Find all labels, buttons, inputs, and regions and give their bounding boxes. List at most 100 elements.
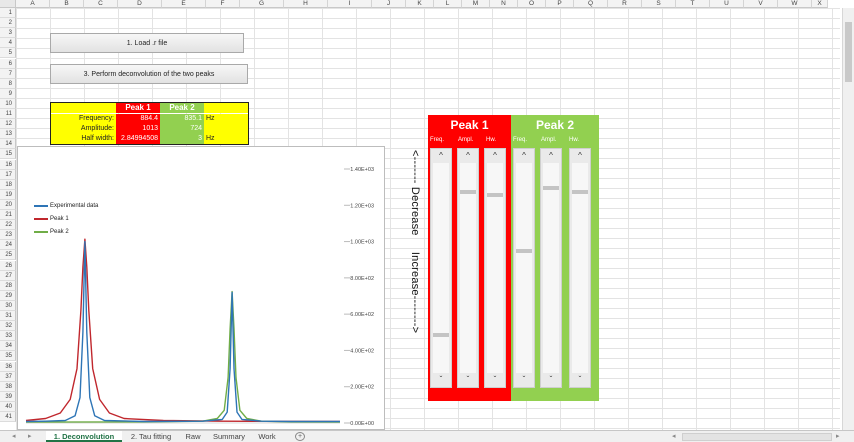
row-header[interactable]: 1 <box>0 8 16 18</box>
peak2-amplitude-slider[interactable]: ^ ˇ <box>540 148 562 388</box>
row-header[interactable]: 26 <box>0 260 16 271</box>
row-header[interactable]: 35 <box>0 351 16 362</box>
row-header[interactable]: 24 <box>0 240 16 251</box>
column-header[interactable]: V <box>744 0 778 8</box>
prev-sheet-icon[interactable]: ◂ <box>12 432 16 440</box>
column-header[interactable]: W <box>778 0 812 8</box>
peak1-halfwidth[interactable]: 2.84994508 <box>116 134 160 144</box>
column-header[interactable]: U <box>710 0 744 8</box>
column-header[interactable]: F <box>206 0 240 8</box>
chevron-up-icon[interactable]: ^ <box>541 149 561 163</box>
tab-work[interactable]: Work <box>252 431 282 442</box>
chevron-down-icon[interactable]: ˇ <box>570 373 590 387</box>
tab-raw[interactable]: Raw <box>180 431 206 442</box>
row-header[interactable]: 41 <box>0 412 16 422</box>
row-header[interactable]: 19 <box>0 189 16 200</box>
row-header[interactable]: 39 <box>0 391 16 402</box>
peak2-amplitude[interactable]: 724 <box>160 124 204 134</box>
chevron-up-icon[interactable]: ^ <box>485 149 505 163</box>
slider-track[interactable] <box>516 163 532 373</box>
chevron-up-icon[interactable]: ^ <box>431 149 451 163</box>
slider-track[interactable] <box>460 163 476 373</box>
row-header[interactable]: 36 <box>0 361 16 372</box>
peak2-frequency[interactable]: 835.1 <box>160 114 204 124</box>
slider-track[interactable] <box>543 163 559 373</box>
chevron-down-icon[interactable]: ˇ <box>541 373 561 387</box>
row-header[interactable]: 7 <box>0 68 16 79</box>
chevron-up-icon[interactable]: ^ <box>458 149 478 163</box>
column-header[interactable]: D <box>118 0 162 8</box>
peak2-frequency-slider[interactable]: ^ ˇ <box>513 148 535 388</box>
row-header[interactable]: 32 <box>0 321 16 332</box>
row-header[interactable]: 23 <box>0 230 16 241</box>
peak1-amplitude-slider[interactable]: ^ ˇ <box>457 148 479 388</box>
row-header[interactable]: 13 <box>0 129 16 140</box>
row-header[interactable]: 16 <box>0 159 16 170</box>
row-header[interactable]: 10 <box>0 98 16 109</box>
next-sheet-icon[interactable]: ▸ <box>28 432 32 440</box>
peak2-halfwidth[interactable]: 3 <box>160 134 204 144</box>
column-header[interactable]: P <box>546 0 574 8</box>
row-header[interactable]: 14 <box>0 139 16 150</box>
row-header[interactable]: 27 <box>0 270 16 281</box>
slider-thumb[interactable] <box>460 190 476 195</box>
column-header[interactable]: Q <box>574 0 608 8</box>
row-header[interactable]: 21 <box>0 210 16 220</box>
row-header[interactable]: 29 <box>0 290 16 301</box>
scroll-right-icon[interactable]: ▸ <box>836 432 840 440</box>
row-header[interactable]: 31 <box>0 311 16 321</box>
row-header[interactable]: 3 <box>0 28 16 39</box>
tab-tau-fitting[interactable]: 2. Tau fitting <box>124 431 178 442</box>
column-header[interactable]: L <box>434 0 462 8</box>
spectrum-chart[interactable]: 0.00E+00 2.00E+02 4.00E+02 6.00E+02 8.00E+02… <box>17 146 385 430</box>
slider-track[interactable] <box>433 163 449 373</box>
column-header[interactable]: A <box>16 0 50 8</box>
row-header[interactable]: 2 <box>0 18 16 29</box>
column-header[interactable]: B <box>50 0 84 8</box>
column-header[interactable]: M <box>462 0 490 8</box>
slider-thumb[interactable] <box>433 333 449 338</box>
row-header[interactable]: 38 <box>0 381 16 392</box>
column-header[interactable]: H <box>284 0 328 8</box>
add-sheet-button[interactable]: + <box>295 432 305 441</box>
chevron-down-icon[interactable]: ˇ <box>431 373 451 387</box>
row-header[interactable]: 20 <box>0 199 16 210</box>
slider-thumb[interactable] <box>487 192 503 197</box>
slider-thumb[interactable] <box>516 249 532 254</box>
peak2-halfwidth-slider[interactable]: ^ ˇ <box>569 148 591 388</box>
row-header[interactable]: 5 <box>0 48 16 59</box>
column-header[interactable]: C <box>84 0 118 8</box>
column-header[interactable]: T <box>676 0 710 8</box>
row-header[interactable]: 30 <box>0 300 16 311</box>
peak1-amplitude[interactable]: 1013 <box>116 124 160 134</box>
row-header[interactable]: 28 <box>0 280 16 291</box>
chevron-down-icon[interactable]: ˇ <box>458 373 478 387</box>
horizontal-scrollbar[interactable] <box>682 433 832 441</box>
chevron-up-icon[interactable]: ^ <box>570 149 590 163</box>
row-header[interactable]: 25 <box>0 250 16 261</box>
row-header[interactable]: 12 <box>0 119 16 130</box>
scroll-left-icon[interactable]: ◂ <box>672 432 676 440</box>
row-header[interactable]: 8 <box>0 78 16 89</box>
slider-thumb[interactable] <box>543 186 559 191</box>
vertical-scrollbar[interactable] <box>842 8 854 430</box>
slider-thumb[interactable] <box>572 190 588 195</box>
row-header[interactable]: 22 <box>0 220 16 231</box>
column-header[interactable]: N <box>490 0 518 8</box>
vertical-scroll-thumb[interactable] <box>845 22 852 82</box>
row-header[interactable]: 33 <box>0 331 16 342</box>
slider-track[interactable] <box>487 163 503 373</box>
row-header[interactable]: 18 <box>0 179 16 190</box>
row-header[interactable]: 34 <box>0 341 16 352</box>
chevron-down-icon[interactable]: ˇ <box>485 373 505 387</box>
row-header[interactable]: 17 <box>0 169 16 180</box>
column-header[interactable]: R <box>608 0 642 8</box>
row-header[interactable]: 37 <box>0 371 16 382</box>
chevron-up-icon[interactable]: ^ <box>514 149 534 163</box>
column-header[interactable]: I <box>328 0 372 8</box>
peak1-halfwidth-slider[interactable]: ^ ˇ <box>484 148 506 388</box>
tab-deconvolution[interactable]: 1. Deconvolution <box>46 431 122 442</box>
row-header[interactable]: 6 <box>0 58 16 69</box>
column-header[interactable]: O <box>518 0 546 8</box>
peak1-frequency-slider[interactable]: ^ ˇ <box>430 148 452 388</box>
